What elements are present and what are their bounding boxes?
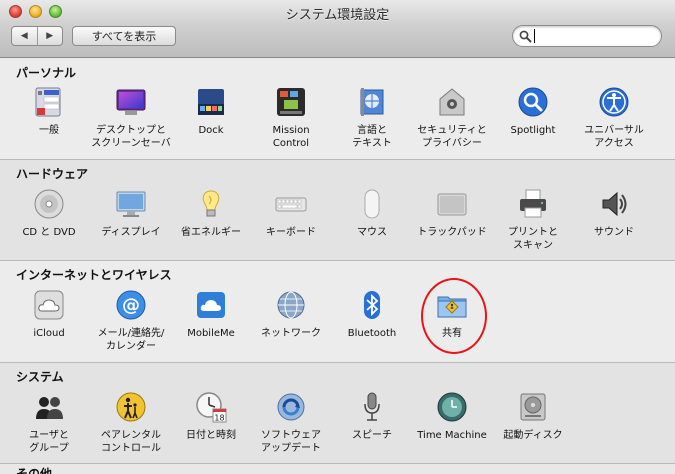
pane-label: 言語と テキスト [352, 125, 392, 149]
show-all-button[interactable]: すべてを表示 [72, 26, 176, 46]
section-title-personal: パーソナル [16, 66, 77, 80]
section-divider [0, 463, 675, 464]
date-time-icon: 18 [196, 392, 227, 423]
pane-label: デスクトップと スクリーンセーバ [91, 125, 171, 149]
section-title-other: その他 [16, 467, 53, 474]
pane-label: CD と DVD [22, 227, 76, 238]
pane-label: ユーザと グループ [29, 430, 69, 454]
pane-label: サウンド [594, 227, 634, 238]
chevron-left-icon: ◀ [20, 31, 28, 41]
mail-contacts-calendar-icon: @ [116, 290, 146, 320]
pane-label: セキュリティと プライバシー [417, 125, 487, 149]
text-caret [534, 29, 535, 43]
pane-label: Spotlight [510, 125, 556, 136]
pane-label: トラックパッド [417, 227, 487, 238]
pane-label: Bluetooth [347, 328, 397, 339]
speech-icon [364, 392, 380, 421]
section-hardware: ハードウェア CD と DVD ディスプレイ 省エネルギー キーボード マウス … [0, 160, 675, 260]
software-update-icon [277, 393, 305, 421]
window-title: システム環境設定 [285, 8, 390, 23]
universal-access-icon [599, 87, 629, 117]
mobileme-icon [197, 292, 225, 318]
startup-disk-icon [520, 393, 546, 421]
mouse-icon [364, 189, 380, 219]
general-icon [35, 87, 61, 117]
display-icon [116, 191, 146, 217]
language-text-icon [360, 88, 384, 116]
spotlight-icon [518, 87, 548, 117]
pane-label: 起動ディスク [503, 430, 563, 441]
users-groups-icon [36, 397, 63, 419]
trackpad-icon [437, 193, 467, 216]
back-forward-group: ◀ ▶ [11, 26, 63, 46]
pane-label: ネットワーク [261, 328, 321, 339]
pane-label: ユニバーサル アクセス [584, 125, 644, 149]
search-field[interactable] [512, 25, 662, 47]
pane-label: 省エネルギー [181, 227, 241, 238]
keyboard-icon [275, 197, 307, 212]
pane-label: 一般 [39, 125, 59, 136]
sound-icon [602, 191, 627, 217]
highlight-circle [421, 278, 487, 354]
network-icon [277, 291, 305, 319]
pane-label: iCloud [33, 328, 65, 339]
search-icon [519, 30, 532, 43]
pane-label: MobileMe [187, 328, 235, 339]
security-privacy-icon [439, 88, 465, 116]
calendar-day-number: 18 [214, 414, 224, 423]
pane-label: Dock [198, 125, 224, 136]
bluetooth-icon [364, 291, 380, 319]
icloud-icon [34, 290, 64, 320]
section-title-hardware: ハードウェア [16, 167, 89, 181]
search-input[interactable] [533, 28, 655, 44]
parental-controls-icon [116, 392, 146, 422]
back-button[interactable]: ◀ [12, 27, 37, 45]
svg-text:@: @ [122, 295, 140, 316]
section-title-internet-wireless: インターネットとワイヤレス [16, 268, 172, 282]
time-machine-icon [437, 392, 467, 422]
pane-label: ディスプレイ [101, 227, 161, 238]
chevron-right-icon: ▶ [46, 31, 54, 41]
pane-label: プリントと スキャン [508, 227, 558, 251]
energy-saver-icon [202, 190, 220, 217]
pane-label: Time Machine [417, 430, 487, 441]
pane-label: ソフトウェア アップデート [261, 430, 321, 454]
pane-label: マウス [357, 227, 387, 238]
pane-label: ペアレンタル コントロール [101, 430, 161, 454]
pane-label: Mission Control [272, 125, 310, 149]
dock-icon [198, 89, 224, 115]
print-scan-icon [520, 189, 546, 218]
window-toolbar: システム環境設定 ◀ ▶ すべてを表示 [0, 0, 675, 58]
pane-label: スピーチ [352, 430, 392, 441]
pane-label: 日付と時刻 [186, 430, 236, 441]
section-personal: パーソナル 一般 デスクトップと スクリーンセーバ Dock Mission C… [0, 59, 675, 159]
section-internet-wireless: インターネットとワイヤレス iCloud @ メール/連絡先/ カレンダー Mo… [0, 261, 675, 362]
pane-label: メール/連絡先/ カレンダー [97, 328, 165, 352]
mission-control-icon [277, 88, 305, 116]
cd-dvd-icon [34, 189, 64, 219]
section-title-system: システム [16, 370, 64, 384]
pane-label: キーボード [266, 227, 316, 238]
section-system: システム ユーザと グループ ペアレンタル コントロール 18 日付と時刻 ソフ… [0, 363, 675, 463]
forward-button[interactable]: ▶ [36, 27, 63, 45]
desktop-screensaver-icon [116, 89, 146, 115]
